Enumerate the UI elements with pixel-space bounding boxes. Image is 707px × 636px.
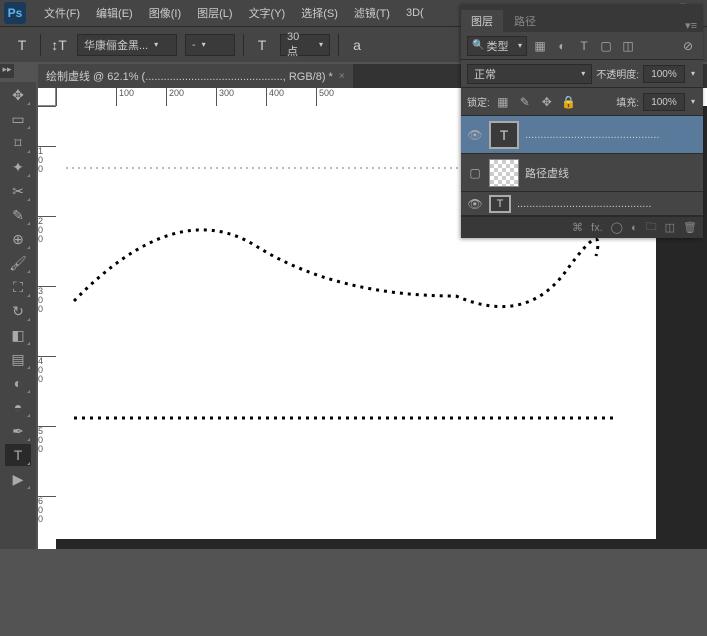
layer-visibility-icon[interactable]: ▢ bbox=[461, 166, 489, 180]
layer-row[interactable]: 👁 T ....................................… bbox=[461, 192, 703, 216]
expand-panels-icon[interactable]: ▸▸ bbox=[0, 64, 14, 78]
layer-list: 👁 T ....................................… bbox=[461, 116, 703, 216]
tab-paths[interactable]: 路径 bbox=[504, 10, 546, 32]
menu-select[interactable]: 选择(S) bbox=[293, 5, 346, 21]
font-style-value: - bbox=[192, 39, 196, 51]
fill-input[interactable]: 100% bbox=[643, 93, 685, 111]
move-tool[interactable]: ✥ bbox=[5, 84, 31, 106]
toolbox: ✥ ▭ ⌑ ✦ ✂ ✎ ⊕ 🖌 ⛶ ↻ ◧ ▤ ◐ ◓ ✒ T ▶ bbox=[0, 82, 36, 549]
menu-image[interactable]: 图像(I) bbox=[141, 5, 189, 21]
font-size-dropdown[interactable]: 30 点 bbox=[280, 34, 330, 56]
link-layers-icon[interactable]: ⌘ bbox=[572, 221, 583, 234]
opacity-input[interactable]: 100% bbox=[643, 65, 685, 83]
brush-tool[interactable]: 🖌 bbox=[5, 252, 31, 274]
app-logo: Ps bbox=[4, 2, 26, 24]
document-tab-title: 绘制虚线 @ 62.1% (..........................… bbox=[46, 68, 333, 84]
lock-position-icon[interactable]: ✥ bbox=[538, 93, 556, 111]
tab-layers[interactable]: 图层 bbox=[461, 10, 503, 32]
wand-tool[interactable]: ✦ bbox=[5, 156, 31, 178]
stamp-tool[interactable]: ⛶ bbox=[5, 276, 31, 298]
fill-label: 填充: bbox=[616, 94, 639, 109]
opacity-flyout-icon[interactable]: ▾ bbox=[689, 69, 697, 78]
layer-group-icon[interactable]: 🗀 bbox=[646, 218, 657, 237]
font-size-value: 30 点 bbox=[287, 31, 313, 59]
path-select-tool[interactable]: ▶ bbox=[5, 468, 31, 490]
lock-transparent-icon[interactable]: ▦ bbox=[494, 93, 512, 111]
eyedropper-tool[interactable]: ✎ bbox=[5, 204, 31, 226]
eraser-tool[interactable]: ◧ bbox=[5, 324, 31, 346]
layer-name[interactable]: 路径虚线 bbox=[525, 165, 569, 181]
layer-name[interactable]: ........................................… bbox=[525, 129, 659, 141]
layer-row[interactable]: 👁 T ....................................… bbox=[461, 116, 703, 154]
tab-close-icon[interactable]: × bbox=[339, 71, 345, 82]
menu-filter[interactable]: 滤镜(T) bbox=[346, 5, 398, 21]
menu-file[interactable]: 文件(F) bbox=[36, 5, 88, 21]
document-tab[interactable]: 绘制虚线 @ 62.1% (..........................… bbox=[38, 64, 353, 88]
fill-flyout-icon[interactable]: ▾ bbox=[689, 97, 697, 106]
lock-label: 锁定: bbox=[467, 94, 490, 109]
layer-thumbnail-raster-icon[interactable] bbox=[489, 159, 519, 187]
text-tool-icon: T bbox=[12, 35, 32, 55]
font-size-icon: T bbox=[252, 35, 272, 55]
opacity-label: 不透明度: bbox=[596, 66, 639, 81]
type-tool[interactable]: T bbox=[5, 444, 31, 466]
ruler-origin[interactable] bbox=[38, 88, 56, 106]
text-orientation-icon[interactable]: ↕T bbox=[49, 35, 69, 55]
layer-filter-kind-dropdown[interactable]: 类型 bbox=[467, 36, 527, 56]
lock-pixels-icon[interactable]: ✎ bbox=[516, 93, 534, 111]
font-style-dropdown[interactable]: - bbox=[185, 34, 235, 56]
filter-pixel-icon[interactable]: ▦ bbox=[531, 37, 549, 55]
layer-thumbnail-type-icon[interactable]: T bbox=[489, 121, 519, 149]
menu-edit[interactable]: 编辑(E) bbox=[88, 5, 141, 21]
layer-mask-icon[interactable]: ◯ bbox=[611, 221, 623, 234]
blend-mode-dropdown[interactable]: 正常 bbox=[467, 64, 592, 84]
layer-thumbnail-type-icon[interactable]: T bbox=[489, 195, 511, 213]
layer-style-icon[interactable]: fx. bbox=[591, 222, 603, 234]
layer-visibility-icon[interactable]: 👁 bbox=[461, 128, 489, 142]
layer-name[interactable]: ........................................… bbox=[517, 198, 651, 210]
vertical-ruler[interactable]: 100 200 300 400 500 600 700 bbox=[38, 106, 56, 549]
menu-3d[interactable]: 3D( bbox=[398, 7, 432, 19]
crop-tool[interactable]: ✂ bbox=[5, 180, 31, 202]
menu-type[interactable]: 文字(Y) bbox=[241, 5, 294, 21]
adjustment-layer-icon[interactable]: ◐ bbox=[631, 222, 638, 234]
menu-layer[interactable]: 图层(L) bbox=[189, 5, 240, 21]
filter-adjust-icon[interactable]: ◐ bbox=[553, 37, 571, 55]
delete-layer-icon[interactable]: 🗑 bbox=[683, 221, 697, 234]
layer-visibility-icon[interactable]: 👁 bbox=[461, 197, 489, 211]
healing-tool[interactable]: ⊕ bbox=[5, 228, 31, 250]
antialias-label: a bbox=[347, 35, 367, 55]
filter-shape-icon[interactable]: ▢ bbox=[597, 37, 615, 55]
pen-tool[interactable]: ✒ bbox=[5, 420, 31, 442]
blur-tool[interactable]: ◐ bbox=[5, 372, 31, 394]
layers-panel-footer: ⌘ fx. ◯ ◐ 🗀 ◫ 🗑 bbox=[461, 216, 703, 238]
new-layer-icon[interactable]: ◫ bbox=[665, 221, 675, 234]
marquee-tool[interactable]: ▭ bbox=[5, 108, 31, 130]
panel-menu-icon[interactable]: ▾≡ bbox=[679, 19, 703, 32]
font-family-dropdown[interactable]: 华康俪金黑... bbox=[77, 34, 177, 56]
filter-smart-icon[interactable]: ◫ bbox=[619, 37, 637, 55]
dodge-tool[interactable]: ◓ bbox=[5, 396, 31, 418]
history-brush-tool[interactable]: ↻ bbox=[5, 300, 31, 322]
gradient-tool[interactable]: ▤ bbox=[5, 348, 31, 370]
filter-type-icon[interactable]: T bbox=[575, 37, 593, 55]
filter-toggle-icon[interactable]: ⊘ bbox=[679, 37, 697, 55]
layers-panel: 图层 路径 ▾≡ 类型 ▦ ◐ T ▢ ◫ ⊘ 正常 不透明度: 100% ▾ … bbox=[461, 4, 703, 238]
lasso-tool[interactable]: ⌑ bbox=[5, 132, 31, 154]
font-family-value: 华康俪金黑... bbox=[84, 37, 148, 53]
lock-all-icon[interactable]: 🔒 bbox=[560, 93, 578, 111]
layer-row[interactable]: ▢ 路径虚线 bbox=[461, 154, 703, 192]
